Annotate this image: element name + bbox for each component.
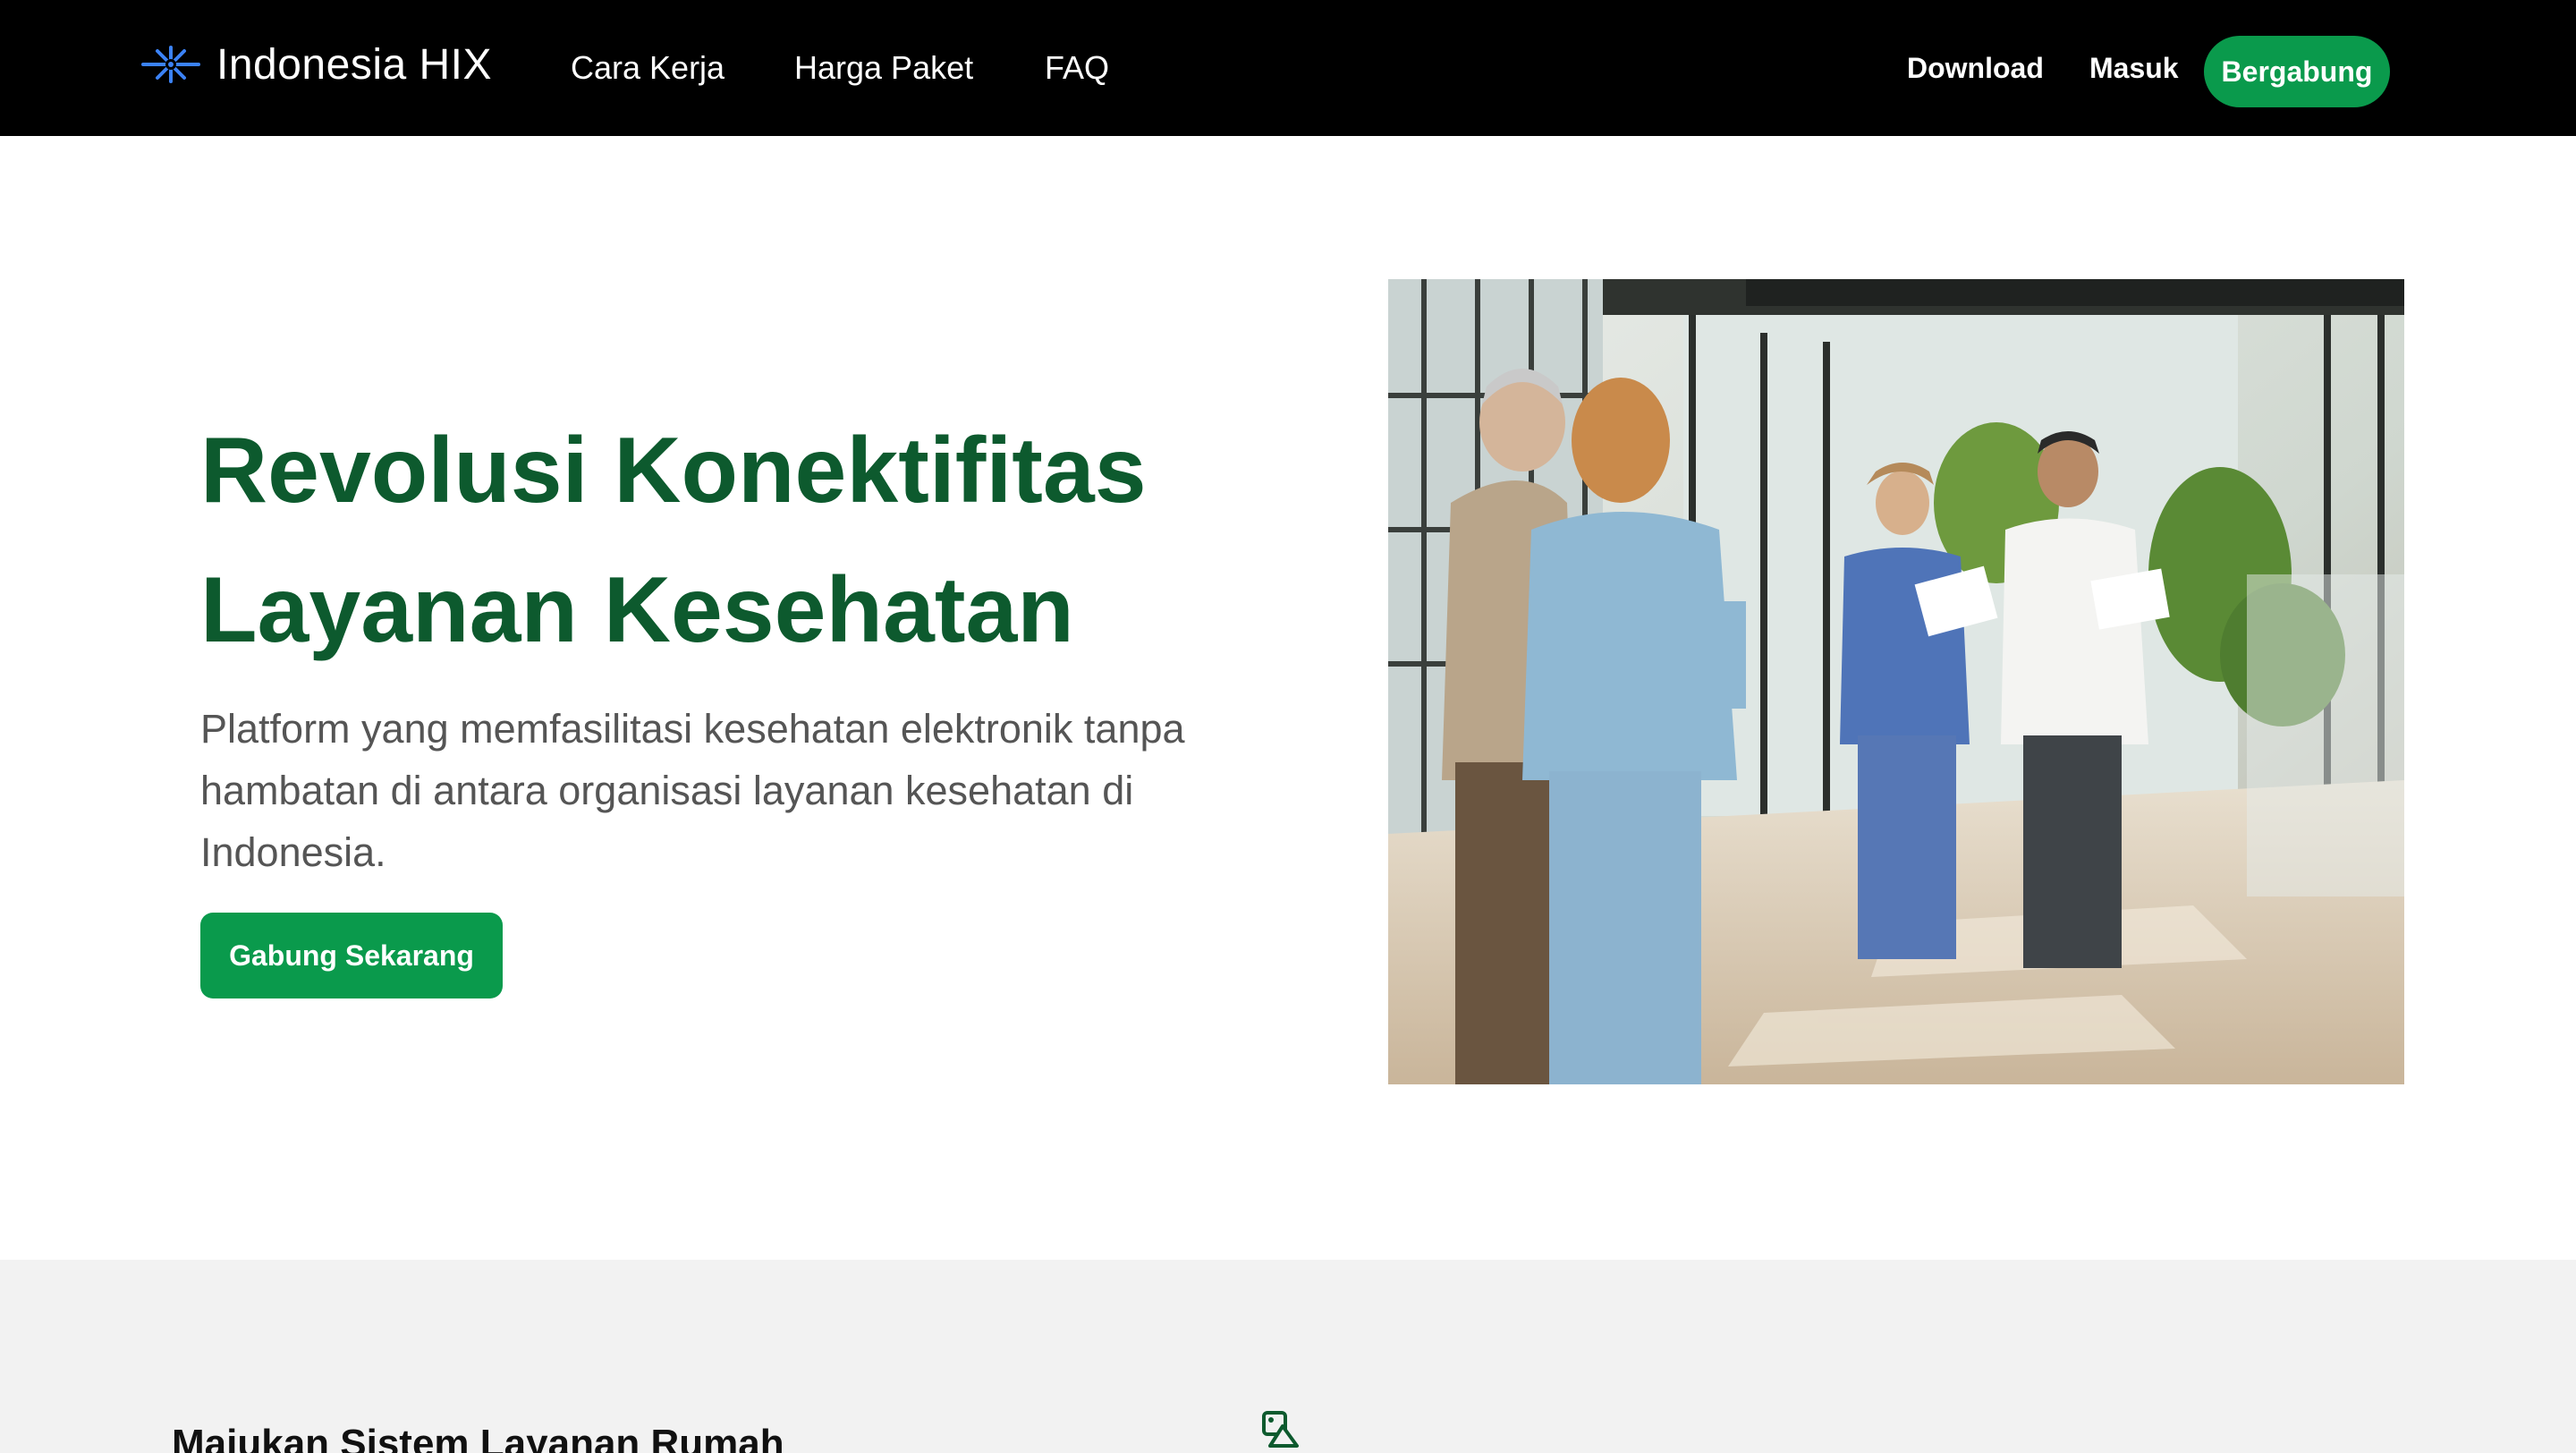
- image-shapes-icon: [1262, 1411, 1299, 1448]
- hero-description: Platform yang memfasilitasi kesehatan el…: [200, 706, 1185, 875]
- login-link[interactable]: Masuk: [2089, 48, 2179, 88]
- nav-link-cara-kerja[interactable]: Cara Kerja: [571, 47, 724, 89]
- brand-name: Indonesia HIX: [216, 40, 493, 89]
- nav-link-harga-paket[interactable]: Harga Paket: [794, 47, 973, 89]
- hero-title-line-1: Revolusi Konektifitas: [200, 419, 1147, 523]
- asterisk-logo-icon: [141, 46, 200, 83]
- features-section: Majukan Sistem Layanan Rumah: [0, 1260, 2576, 1453]
- join-now-button[interactable]: Gabung Sekarang: [200, 913, 503, 998]
- hero-title-line-2: Layanan Kesehatan: [200, 558, 1074, 662]
- brand-logo-link[interactable]: Indonesia HIX: [140, 36, 492, 93]
- join-button[interactable]: Bergabung: [2204, 36, 2390, 107]
- top-navbar: Indonesia HIX Cara Kerja Harga Paket FAQ…: [0, 0, 2576, 136]
- hero-photo: [1388, 279, 2404, 1084]
- nav-link-faq[interactable]: FAQ: [1045, 47, 1109, 89]
- download-link[interactable]: Download: [1907, 48, 2044, 88]
- hero-title: Revolusi Konektifitas Layanan Kesehatan: [200, 401, 1274, 680]
- section-title: Majukan Sistem Layanan Rumah: [172, 1422, 784, 1453]
- hospital-corridor-illustration: [1388, 279, 2404, 1084]
